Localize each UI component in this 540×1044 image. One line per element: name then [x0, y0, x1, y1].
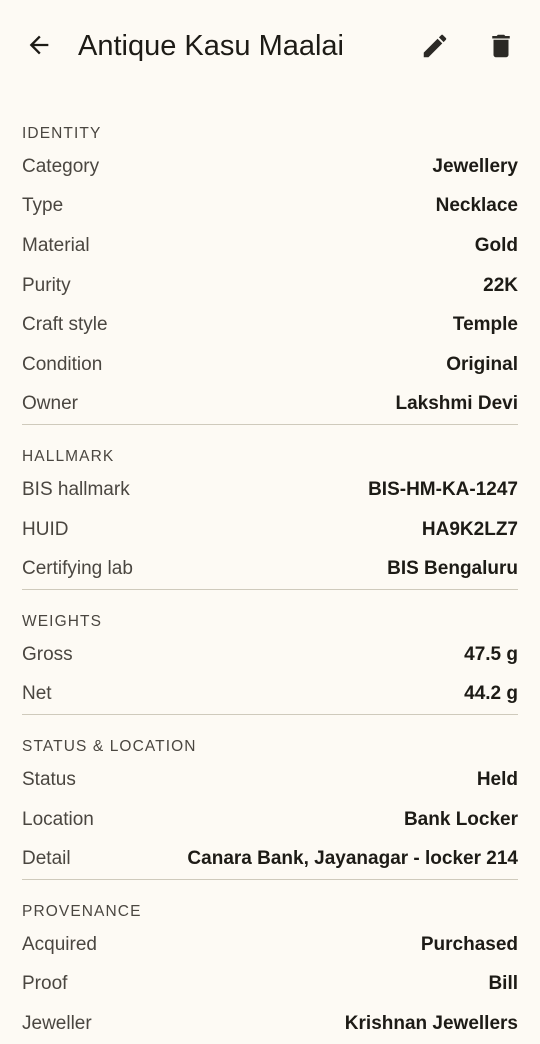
- section-hallmark: HALLMARK BIS hallmark BIS-HM-KA-1247 HUI…: [22, 435, 518, 590]
- section-title: PROVENANCE: [22, 902, 142, 920]
- detail-content: IDENTITY Category Jewellery Type Necklac…: [22, 112, 518, 1044]
- arrow-back-icon: [29, 35, 49, 55]
- page-title: Antique Kasu Maalai: [78, 30, 344, 62]
- row-value: Jewellery: [432, 155, 518, 177]
- section-status-location: STATUS & LOCATION Status Held Location B…: [22, 725, 518, 880]
- row-value: BIS Bengaluru: [387, 558, 518, 580]
- detail-row-craft-style: Craft style Temple: [22, 305, 518, 345]
- section-divider: [22, 714, 518, 716]
- section-divider: [22, 588, 518, 590]
- detail-row-material: Material Gold: [22, 226, 518, 266]
- row-value: Necklace: [435, 195, 518, 217]
- row-value: Lakshmi Devi: [395, 393, 519, 415]
- row-value: 44.2 g: [464, 683, 518, 705]
- row-label: BIS hallmark: [22, 478, 130, 500]
- row-label: Location: [22, 808, 94, 830]
- app-bar: Antique Kasu Maalai: [0, 0, 540, 92]
- row-label: Purity: [22, 274, 71, 296]
- section-title: WEIGHTS: [22, 612, 103, 630]
- trash-icon: [492, 34, 510, 58]
- detail-row-owner: Owner Lakshmi Devi: [22, 385, 518, 425]
- detail-row-certifying-lab: Certifying lab BIS Bengaluru: [22, 549, 518, 589]
- row-value: Bill: [488, 973, 518, 995]
- section-title: IDENTITY: [22, 125, 102, 142]
- row-value: Gold: [474, 234, 518, 256]
- row-label: Status: [22, 768, 76, 790]
- detail-row-acquired: Acquired Purchased: [22, 925, 518, 965]
- row-value: Held: [476, 768, 518, 790]
- section-title: STATUS & LOCATION: [22, 738, 197, 756]
- detail-row-huid: HUID HA9K2LZ7: [22, 510, 518, 550]
- row-label: Proof: [22, 973, 68, 995]
- row-label: HUID: [22, 518, 69, 540]
- detail-row-detail: Detail Canara Bank, Jayanagar - locker 2…: [22, 839, 518, 879]
- detail-row-jeweller: Jeweller Krishnan Jewellers: [22, 1004, 518, 1044]
- detail-row-bis-hallmark: BIS hallmark BIS-HM-KA-1247: [22, 470, 518, 510]
- section-divider: [22, 424, 518, 426]
- row-label: Net: [22, 683, 52, 705]
- row-label: Acquired: [22, 933, 97, 955]
- detail-row-category: Category Jewellery: [22, 147, 518, 187]
- row-value: Canara Bank, Jayanagar - locker 214: [187, 848, 518, 870]
- row-label: Certifying lab: [22, 558, 133, 580]
- row-label: Gross: [22, 643, 73, 665]
- row-label: Condition: [22, 353, 103, 375]
- section-identity: IDENTITY Category Jewellery Type Necklac…: [22, 112, 518, 426]
- delete-button[interactable]: [484, 29, 518, 63]
- row-label: Type: [22, 195, 64, 217]
- detail-row-status: Status Held: [22, 760, 518, 800]
- detail-row-purity: Purity 22K: [22, 266, 518, 306]
- row-label: Detail: [22, 848, 71, 870]
- detail-row-proof: Proof Bill: [22, 965, 518, 1005]
- detail-row-type: Type Necklace: [22, 187, 518, 227]
- detail-row-condition: Condition Original: [22, 345, 518, 385]
- row-value: Krishnan Jewellers: [344, 1012, 518, 1034]
- detail-row-location: Location Bank Locker: [22, 800, 518, 840]
- row-label: Jeweller: [22, 1012, 92, 1034]
- edit-button[interactable]: [418, 29, 452, 63]
- section-title: HALLMARK: [22, 448, 115, 466]
- row-value: Temple: [452, 314, 518, 336]
- section-provenance: PROVENANCE Acquired Purchased Proof Bill…: [22, 890, 518, 1044]
- row-label: Material: [22, 234, 90, 256]
- row-value: 22K: [483, 274, 518, 296]
- row-value: 47.5 g: [464, 643, 518, 665]
- row-value: BIS-HM-KA-1247: [368, 478, 518, 500]
- row-label: Craft style: [22, 314, 108, 336]
- back-button[interactable]: [22, 28, 56, 62]
- row-label: Category: [22, 155, 100, 177]
- row-value: Original: [446, 353, 518, 375]
- row-value: HA9K2LZ7: [421, 518, 518, 540]
- section-weights: WEIGHTS Gross 47.5 g Net 44.2 g: [22, 600, 518, 716]
- row-value: Bank Locker: [403, 808, 518, 830]
- section-divider: [22, 878, 518, 880]
- row-label: Owner: [22, 393, 78, 415]
- detail-row-gross: Gross 47.5 g: [22, 635, 518, 675]
- detail-row-net: Net 44.2 g: [22, 675, 518, 715]
- pencil-icon: [423, 34, 447, 58]
- row-value: Purchased: [420, 933, 518, 955]
